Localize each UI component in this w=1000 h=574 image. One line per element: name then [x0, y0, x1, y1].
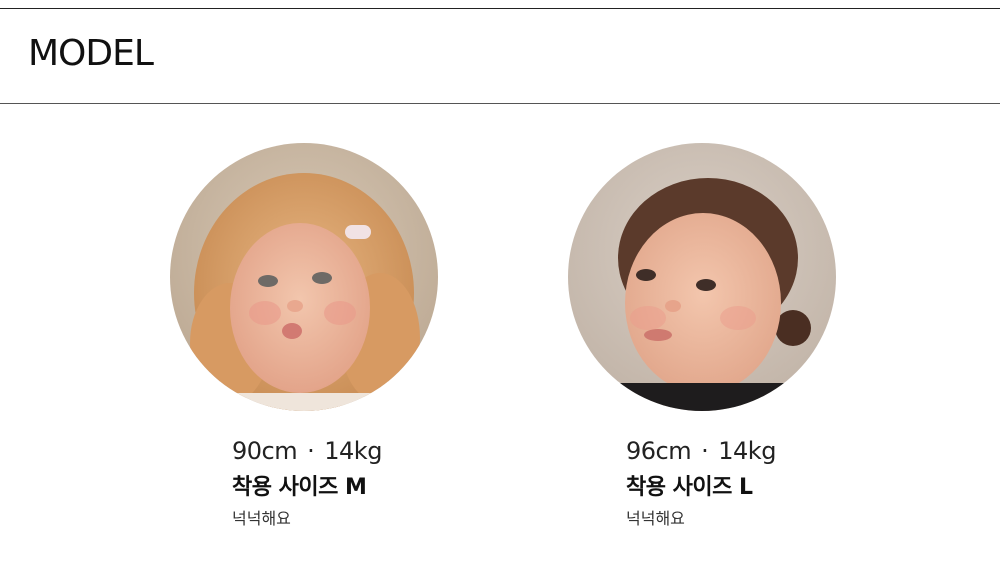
model-weight: 14kg	[324, 437, 382, 465]
model-card-1: 90cm · 14kg 착용 사이즈 M 넉넉해요	[170, 143, 440, 531]
section-divider	[0, 103, 1000, 104]
model-height: 96cm	[626, 437, 692, 465]
model-weight: 14kg	[718, 437, 776, 465]
model-size-label: 착용 사이즈 L	[626, 475, 753, 500]
model-stats-1: 90cm · 14kg	[232, 435, 440, 467]
model-fit-note: 넉넉해요	[232, 509, 291, 528]
model-fit-note: 넉넉해요	[626, 509, 685, 528]
separator-dot: ·	[307, 437, 315, 465]
separator-dot: ·	[701, 437, 709, 465]
model-photo-2	[568, 143, 836, 411]
model-card-2: 96cm · 14kg 착용 사이즈 L 넉넉해요	[568, 143, 838, 531]
model-stats-2: 96cm · 14kg	[626, 435, 838, 467]
section-title: MODEL	[28, 33, 154, 74]
model-height: 90cm	[232, 437, 298, 465]
model-size-label: 착용 사이즈 M	[232, 475, 367, 500]
model-photo-1	[170, 143, 438, 411]
top-divider	[0, 8, 1000, 9]
